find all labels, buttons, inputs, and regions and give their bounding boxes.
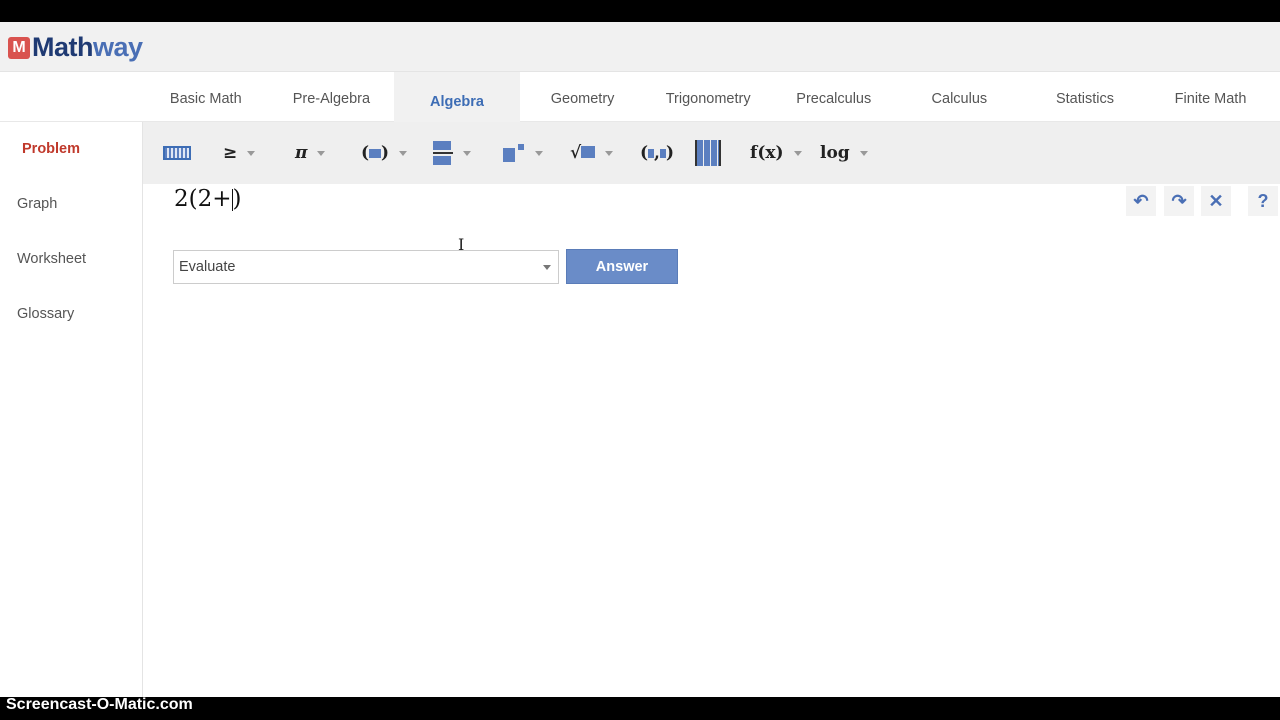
tab-calculus[interactable]: Calculus xyxy=(897,72,1023,122)
log-button[interactable]: log xyxy=(820,122,868,184)
greater-equal-icon: ≥ xyxy=(223,143,238,163)
tab-algebra[interactable]: Algebra xyxy=(394,72,520,122)
selected-action: Evaluate xyxy=(179,259,236,275)
exponent-button[interactable] xyxy=(503,122,543,184)
header: M Mathway xyxy=(0,22,1280,72)
tab-finite-math[interactable]: Finite Math xyxy=(1148,72,1274,122)
redo-button[interactable]: ↷ xyxy=(1164,186,1194,216)
exponent-icon xyxy=(503,144,525,162)
sidebar-item-graph[interactable]: Graph xyxy=(17,196,57,212)
sidebar: Problem Graph Worksheet Glossary xyxy=(0,122,143,698)
clear-button[interactable]: ✕ xyxy=(1201,186,1231,216)
tab-precalculus[interactable]: Precalculus xyxy=(771,72,897,122)
undo-button[interactable]: ↶ xyxy=(1126,186,1156,216)
logo-text-2: way xyxy=(93,32,143,62)
keyboard-icon xyxy=(163,146,191,160)
action-select[interactable]: Evaluate xyxy=(173,250,559,284)
help-button[interactable]: ? xyxy=(1248,186,1278,216)
interval-icon: (,) xyxy=(640,143,675,163)
root-button[interactable]: √ xyxy=(570,122,614,184)
expression-before-cursor: 2(2+ xyxy=(174,186,232,212)
chevron-down-icon xyxy=(793,150,802,156)
chevron-down-icon xyxy=(605,150,614,156)
matrix-icon xyxy=(695,140,721,166)
sidebar-item-problem[interactable]: Problem xyxy=(22,141,80,157)
undo-icon: ↶ xyxy=(1133,190,1149,211)
subject-tabs: Basic Math Pre-Algebra Algebra Geometry … xyxy=(143,72,1273,122)
help-icon: ? xyxy=(1257,190,1269,211)
sidebar-item-worksheet[interactable]: Worksheet xyxy=(17,251,86,267)
redo-icon: ↷ xyxy=(1171,190,1187,211)
answer-button[interactable]: Answer xyxy=(566,249,678,284)
parentheses-icon: () xyxy=(361,143,390,163)
chevron-down-icon xyxy=(247,150,256,156)
watermark-text: Screencast-O-Matic.com xyxy=(6,696,193,713)
tab-pre-algebra[interactable]: Pre-Algebra xyxy=(269,72,395,122)
log-icon: log xyxy=(820,143,850,163)
square-root-icon: √ xyxy=(570,143,596,163)
matrix-button[interactable] xyxy=(695,122,721,184)
logo-mark: M xyxy=(8,36,30,59)
chevron-down-icon xyxy=(859,150,868,156)
sidebar-item-glossary[interactable]: Glossary xyxy=(17,306,74,322)
pi-button[interactable]: π xyxy=(295,122,326,184)
math-toolbar: ≥ π () √ (,) f(x) log xyxy=(143,122,1280,184)
tab-trigonometry[interactable]: Trigonometry xyxy=(645,72,771,122)
function-button[interactable]: f(x) xyxy=(750,122,802,184)
function-icon: f(x) xyxy=(750,143,784,163)
fraction-button[interactable] xyxy=(433,122,471,184)
tab-statistics[interactable]: Statistics xyxy=(1022,72,1148,122)
pi-icon: π xyxy=(295,143,308,163)
chevron-down-icon xyxy=(535,150,543,156)
fraction-icon xyxy=(433,141,453,165)
close-icon: ✕ xyxy=(1208,190,1224,211)
logo-text: Math xyxy=(32,32,94,62)
math-input[interactable]: 2(2+) xyxy=(174,186,242,212)
parentheses-button[interactable]: () xyxy=(361,122,408,184)
mathway-logo[interactable]: M Mathway xyxy=(8,32,143,63)
interval-button[interactable]: (,) xyxy=(640,122,674,184)
watermark-bar: Screencast-O-Matic.com xyxy=(0,697,1280,720)
top-bar xyxy=(0,0,1280,22)
chevron-down-icon xyxy=(317,150,326,156)
expression-after-cursor: ) xyxy=(232,186,242,212)
chevron-down-icon xyxy=(543,265,551,270)
chevron-down-icon xyxy=(463,150,471,156)
keyboard-button[interactable] xyxy=(163,122,191,184)
tab-basic-math[interactable]: Basic Math xyxy=(143,72,269,122)
chevron-down-icon xyxy=(399,150,408,156)
tab-geometry[interactable]: Geometry xyxy=(520,72,646,122)
inequality-button[interactable]: ≥ xyxy=(223,122,256,184)
mouse-ibeam-cursor-icon: I xyxy=(458,235,465,254)
